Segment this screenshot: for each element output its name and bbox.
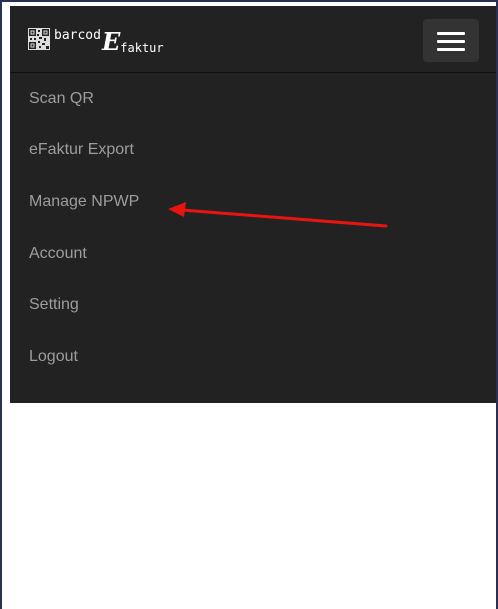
qr-code-icon xyxy=(28,28,50,50)
brand-text-prefix: barcod xyxy=(54,28,101,43)
navbar-header: barcod E faktur xyxy=(10,6,496,73)
brand-text-suffix: faktur xyxy=(120,41,164,55)
menu-item-logout[interactable]: Logout xyxy=(10,331,496,383)
menu-item-account[interactable]: Account xyxy=(10,228,496,280)
brand-text-e: E xyxy=(101,27,121,56)
hamburger-menu-icon xyxy=(437,32,465,35)
navbar-toggle-button[interactable] xyxy=(423,19,479,62)
hamburger-menu-icon xyxy=(437,48,465,51)
nav-menu: Scan QR eFaktur Export Manage NPWP Accou… xyxy=(10,73,496,383)
menu-item-efaktur-export[interactable]: eFaktur Export xyxy=(10,125,496,177)
browser-viewport: barcod E faktur Scan QR eFaktur Export M… xyxy=(0,0,498,609)
menu-item-scan-qr[interactable]: Scan QR xyxy=(10,73,496,125)
menu-item-manage-npwp[interactable]: Manage NPWP xyxy=(10,176,496,228)
hamburger-menu-icon xyxy=(437,40,465,43)
navbar: barcod E faktur Scan QR eFaktur Export M… xyxy=(10,6,496,403)
brand-logo-link[interactable]: barcod E faktur xyxy=(28,28,164,58)
menu-item-setting[interactable]: Setting xyxy=(10,279,496,331)
